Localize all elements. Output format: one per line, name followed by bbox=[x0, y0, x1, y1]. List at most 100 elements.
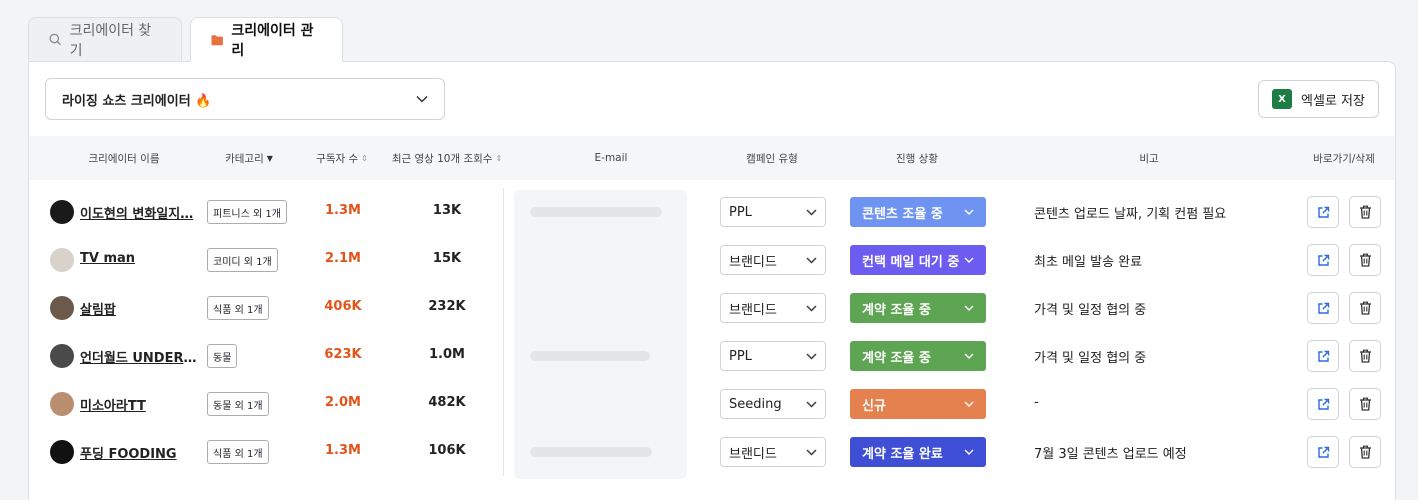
status-value: 콘텐츠 조율 중 bbox=[862, 206, 943, 222]
open-channel-button[interactable] bbox=[1307, 292, 1339, 324]
campaign-type-value: 브랜디드 bbox=[729, 302, 777, 318]
campaign-type-select[interactable]: 브랜디드 bbox=[720, 245, 826, 275]
delete-button[interactable] bbox=[1349, 340, 1381, 372]
creator-list-select[interactable]: 라이징 쇼츠 크리에이터 🔥 bbox=[45, 78, 445, 120]
open-channel-button[interactable] bbox=[1307, 340, 1339, 372]
delete-button[interactable] bbox=[1349, 292, 1381, 324]
campaign-type-value: Seeding bbox=[729, 396, 782, 412]
creator-name-link[interactable]: 푸딩 FOODING bbox=[80, 443, 198, 462]
table-row: 언더월드 UNDER … 동물 623K 1.0M PPL 계약 조율 중 가격… bbox=[29, 332, 1395, 380]
header-views[interactable]: 최근 영상 10개 조회수 ⇕ bbox=[385, 136, 509, 180]
creator-list-select-value: 라이징 쇼츠 크리에이터 🔥 bbox=[62, 93, 212, 109]
table-row: 이도현의 변화일지… 피트니스 외 1개 1.3M 13K PPL 콘텐츠 조율… bbox=[29, 188, 1395, 236]
table-row: 살림팝 식품 외 1개 406K 232K 브랜디드 계약 조율 중 가격 및 … bbox=[29, 284, 1395, 332]
category-badge: 피트니스 외 1개 bbox=[207, 200, 287, 224]
header-subscribers[interactable]: 구독자 수 ⇕ bbox=[299, 136, 385, 180]
delete-button[interactable] bbox=[1349, 244, 1381, 276]
external-link-icon bbox=[1317, 254, 1329, 266]
chevron-down-icon bbox=[806, 305, 817, 311]
delete-button[interactable] bbox=[1349, 436, 1381, 468]
subscriber-count: 1.3M bbox=[325, 443, 361, 458]
tab-creator-search[interactable]: 크리에이터 찾기 bbox=[28, 17, 182, 62]
open-channel-button[interactable] bbox=[1307, 436, 1339, 468]
recent-views: 482K bbox=[428, 395, 466, 410]
category-badge: 동물 bbox=[207, 344, 238, 368]
campaign-type-select[interactable]: Seeding bbox=[720, 389, 826, 419]
subscriber-count: 2.1M bbox=[325, 251, 361, 266]
status-select[interactable]: 신규 bbox=[850, 389, 986, 419]
header-email: E-mail bbox=[594, 152, 628, 164]
creator-name-link[interactable]: 이도현의 변화일지… bbox=[80, 203, 198, 222]
status-select[interactable]: 컨택 메일 대기 중 bbox=[850, 245, 986, 275]
status-select[interactable]: 계약 조율 중 bbox=[850, 341, 986, 371]
trash-icon bbox=[1359, 445, 1371, 459]
delete-button[interactable] bbox=[1349, 388, 1381, 420]
note-text: - bbox=[1034, 395, 1039, 410]
creator-name-link[interactable]: 미소아라TT bbox=[80, 395, 198, 414]
chevron-down-icon bbox=[964, 353, 974, 359]
campaign-type-select[interactable]: 브랜디드 bbox=[720, 437, 826, 467]
chevron-down-icon bbox=[964, 305, 974, 311]
trash-icon bbox=[1359, 397, 1371, 411]
category-badge: 동물 외 1개 bbox=[207, 392, 269, 416]
creator-name-link[interactable]: 언더월드 UNDER … bbox=[80, 347, 198, 366]
note-text: 가격 및 일정 협의 중 bbox=[1034, 351, 1147, 366]
chevron-down-icon bbox=[964, 209, 974, 215]
status-value: 계약 조율 중 bbox=[862, 302, 931, 318]
external-link-icon bbox=[1317, 206, 1329, 218]
chevron-down-icon bbox=[806, 401, 817, 407]
subscriber-count: 406K bbox=[324, 299, 362, 314]
creator-name-link[interactable]: 살림팝 bbox=[80, 299, 198, 318]
chevron-down-icon bbox=[806, 257, 817, 263]
creator-name-link[interactable]: TV man bbox=[80, 251, 198, 266]
recent-views: 15K bbox=[432, 251, 462, 266]
tab-creator-management[interactable]: 크리에이터 관리 bbox=[190, 17, 343, 62]
delete-button[interactable] bbox=[1349, 196, 1381, 228]
campaign-type-value: 브랜디드 bbox=[729, 254, 777, 270]
category-badge: 식품 외 1개 bbox=[207, 440, 269, 464]
chevron-down-icon bbox=[964, 257, 974, 263]
recent-views: 232K bbox=[428, 299, 466, 314]
trash-icon bbox=[1359, 349, 1371, 363]
campaign-type-select[interactable]: PPL bbox=[720, 341, 826, 371]
status-value: 신규 bbox=[862, 398, 886, 414]
avatar bbox=[50, 200, 74, 224]
note-text: 최초 메일 발송 완료 bbox=[1034, 255, 1143, 270]
status-select[interactable]: 계약 조율 완료 bbox=[850, 437, 986, 467]
recent-views: 13K bbox=[432, 203, 462, 218]
header-note: 비고 bbox=[1139, 152, 1159, 165]
status-value: 컨택 메일 대기 중 bbox=[862, 254, 960, 270]
open-channel-button[interactable] bbox=[1307, 196, 1339, 228]
open-channel-button[interactable] bbox=[1307, 388, 1339, 420]
table-header: 크리에이터 이름 카테고리 ▼ 구독자 수 ⇕ 최근 영상 10개 조회수 ⇕ E-m… bbox=[29, 136, 1395, 180]
campaign-type-select[interactable]: PPL bbox=[720, 197, 826, 227]
category-badge: 식품 외 1개 bbox=[207, 296, 269, 320]
status-value: 계약 조율 완료 bbox=[862, 446, 943, 462]
header-campaign: 캠페인 유형 bbox=[746, 152, 798, 165]
header-actions: 바로가기/삭제 bbox=[1313, 152, 1375, 165]
chevron-down-icon bbox=[806, 449, 817, 455]
folder-icon bbox=[211, 34, 223, 45]
note-text: 콘텐츠 업로드 날짜, 기획 컨펌 필요 bbox=[1034, 207, 1227, 222]
avatar bbox=[50, 296, 74, 320]
header-category[interactable]: 카테고리 ▼ bbox=[199, 136, 299, 180]
avatar bbox=[50, 248, 74, 272]
chevron-down-icon bbox=[416, 95, 428, 103]
trash-icon bbox=[1359, 205, 1371, 219]
chevron-down-icon bbox=[806, 209, 817, 215]
campaign-type-select[interactable]: 브랜디드 bbox=[720, 293, 826, 323]
save-to-excel-button[interactable]: X 엑셀로 저장 bbox=[1258, 80, 1379, 118]
note-text: 7월 3일 콘텐츠 업로드 예정 bbox=[1034, 447, 1187, 462]
open-channel-button[interactable] bbox=[1307, 244, 1339, 276]
table-row: 푸딩 FOODING 식품 외 1개 1.3M 106K 브랜디드 계약 조율 … bbox=[29, 428, 1395, 476]
chevron-down-icon bbox=[964, 401, 974, 407]
status-select[interactable]: 계약 조율 중 bbox=[850, 293, 986, 323]
campaign-type-value: 브랜디드 bbox=[729, 446, 777, 462]
note-text: 가격 및 일정 협의 중 bbox=[1034, 303, 1147, 318]
category-badge: 코미디 외 1개 bbox=[207, 248, 278, 272]
campaign-type-value: PPL bbox=[729, 204, 752, 220]
status-select[interactable]: 콘텐츠 조율 중 bbox=[850, 197, 986, 227]
status-value: 계약 조율 중 bbox=[862, 350, 931, 366]
chevron-down-icon bbox=[964, 449, 974, 455]
external-link-icon bbox=[1317, 302, 1329, 314]
